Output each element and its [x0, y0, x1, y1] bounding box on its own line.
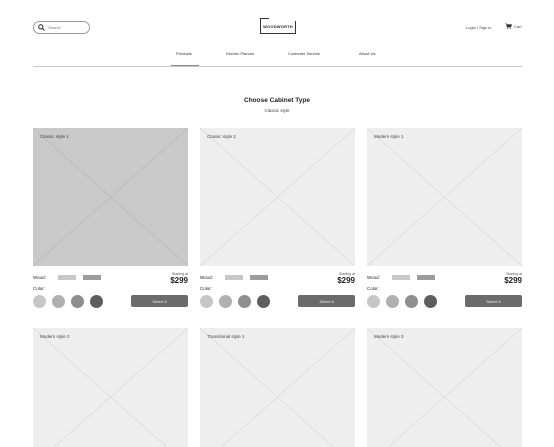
page-title: Choose Cabinet Type [244, 97, 310, 104]
color-option[interactable] [52, 295, 65, 308]
cart-icon [505, 23, 512, 29]
color-option[interactable] [200, 295, 213, 308]
cart-link[interactable]: Cart [505, 23, 522, 29]
product-card[interactable]: Modern style 3 [367, 328, 522, 447]
cart-label: Cart [514, 23, 522, 29]
nav-item-kitchen-planner[interactable]: Kitchen Planner [226, 51, 254, 56]
product-card[interactable]: Classic style 2 Wood: Color: Starting at… [200, 128, 355, 310]
product-card[interactable]: Transitional style 1 [200, 328, 355, 447]
color-label: Color: [200, 286, 213, 291]
search-icon [38, 24, 45, 31]
image-placeholder-cross [33, 328, 188, 447]
nav-item-customer-service[interactable]: Customer Service [288, 51, 320, 56]
page-subtitle: Classic style [264, 108, 290, 113]
color-option[interactable] [90, 295, 103, 308]
price: $299 [504, 276, 522, 285]
wood-label: Wood: [200, 275, 213, 280]
product-card[interactable]: Modern style 1 Wood: Color: Starting at … [367, 128, 522, 310]
color-option[interactable] [386, 295, 399, 308]
price: $299 [170, 276, 188, 285]
color-option[interactable] [238, 295, 251, 308]
nav-item-products[interactable]: Products [176, 51, 192, 56]
select-button[interactable]: Select it [131, 295, 188, 307]
product-image-placeholder[interactable]: Modern style 2 [33, 328, 188, 447]
color-option[interactable] [219, 295, 232, 308]
brand-logo[interactable]: WOODWORTH [258, 17, 298, 35]
product-caption: Modern style 3 [374, 334, 404, 339]
wood-label: Wood: [367, 275, 380, 280]
logo-text: WOODWORTH [263, 24, 293, 29]
wood-swatch[interactable] [250, 275, 268, 280]
login-link[interactable]: Login / Sign in [466, 25, 491, 30]
color-label: Color: [33, 286, 46, 291]
wood-swatch[interactable] [58, 275, 76, 280]
wood-swatch[interactable] [83, 275, 101, 280]
wood-swatch[interactable] [392, 275, 410, 280]
select-button[interactable]: Select it [465, 295, 522, 307]
color-option[interactable] [257, 295, 270, 308]
color-option[interactable] [424, 295, 437, 308]
color-option[interactable] [71, 295, 84, 308]
product-image-placeholder[interactable]: Modern style 3 [367, 328, 522, 447]
wood-swatch[interactable] [417, 275, 435, 280]
image-placeholder-cross [367, 128, 522, 266]
logo-frame: WOODWORTH [260, 17, 296, 34]
wood-label: Wood: [33, 275, 46, 280]
header-divider [33, 66, 522, 67]
price: $299 [337, 276, 355, 285]
search-box[interactable] [33, 21, 90, 34]
product-image-placeholder[interactable]: Classic style 1 [33, 128, 188, 266]
product-options: Wood: Color: Starting at $299 Select it [33, 266, 188, 310]
color-label: Color: [367, 286, 380, 291]
product-image-placeholder[interactable]: Transitional style 1 [200, 328, 355, 447]
search-input[interactable] [48, 25, 88, 30]
product-options: Wood: Color: Starting at $299 Select it [367, 266, 522, 310]
color-option[interactable] [367, 295, 380, 308]
product-caption: Classic style 2 [207, 134, 236, 139]
product-image-placeholder[interactable]: Classic style 2 [200, 128, 355, 266]
image-placeholder-cross [33, 128, 188, 266]
image-placeholder-cross [200, 328, 355, 447]
product-caption: Transitional style 1 [207, 334, 245, 339]
image-placeholder-cross [367, 328, 522, 447]
product-caption: Modern style 1 [374, 134, 404, 139]
color-option[interactable] [33, 295, 46, 308]
image-placeholder-cross [200, 128, 355, 266]
product-card[interactable]: Modern style 2 [33, 328, 188, 447]
product-caption: Modern style 2 [40, 334, 70, 339]
wood-swatch[interactable] [225, 275, 243, 280]
product-image-placeholder[interactable]: Modern style 1 [367, 128, 522, 266]
color-option[interactable] [405, 295, 418, 308]
main-nav: Products Kitchen Planner Customer Servic… [0, 51, 554, 61]
product-caption: Classic style 1 [40, 134, 69, 139]
nav-item-about-us[interactable]: About Us [359, 51, 375, 56]
select-button[interactable]: Select it [298, 295, 355, 307]
product-options: Wood: Color: Starting at $299 Select it [200, 266, 355, 310]
product-card[interactable]: Classic style 1 Wood: Color: Starting at… [33, 128, 188, 310]
